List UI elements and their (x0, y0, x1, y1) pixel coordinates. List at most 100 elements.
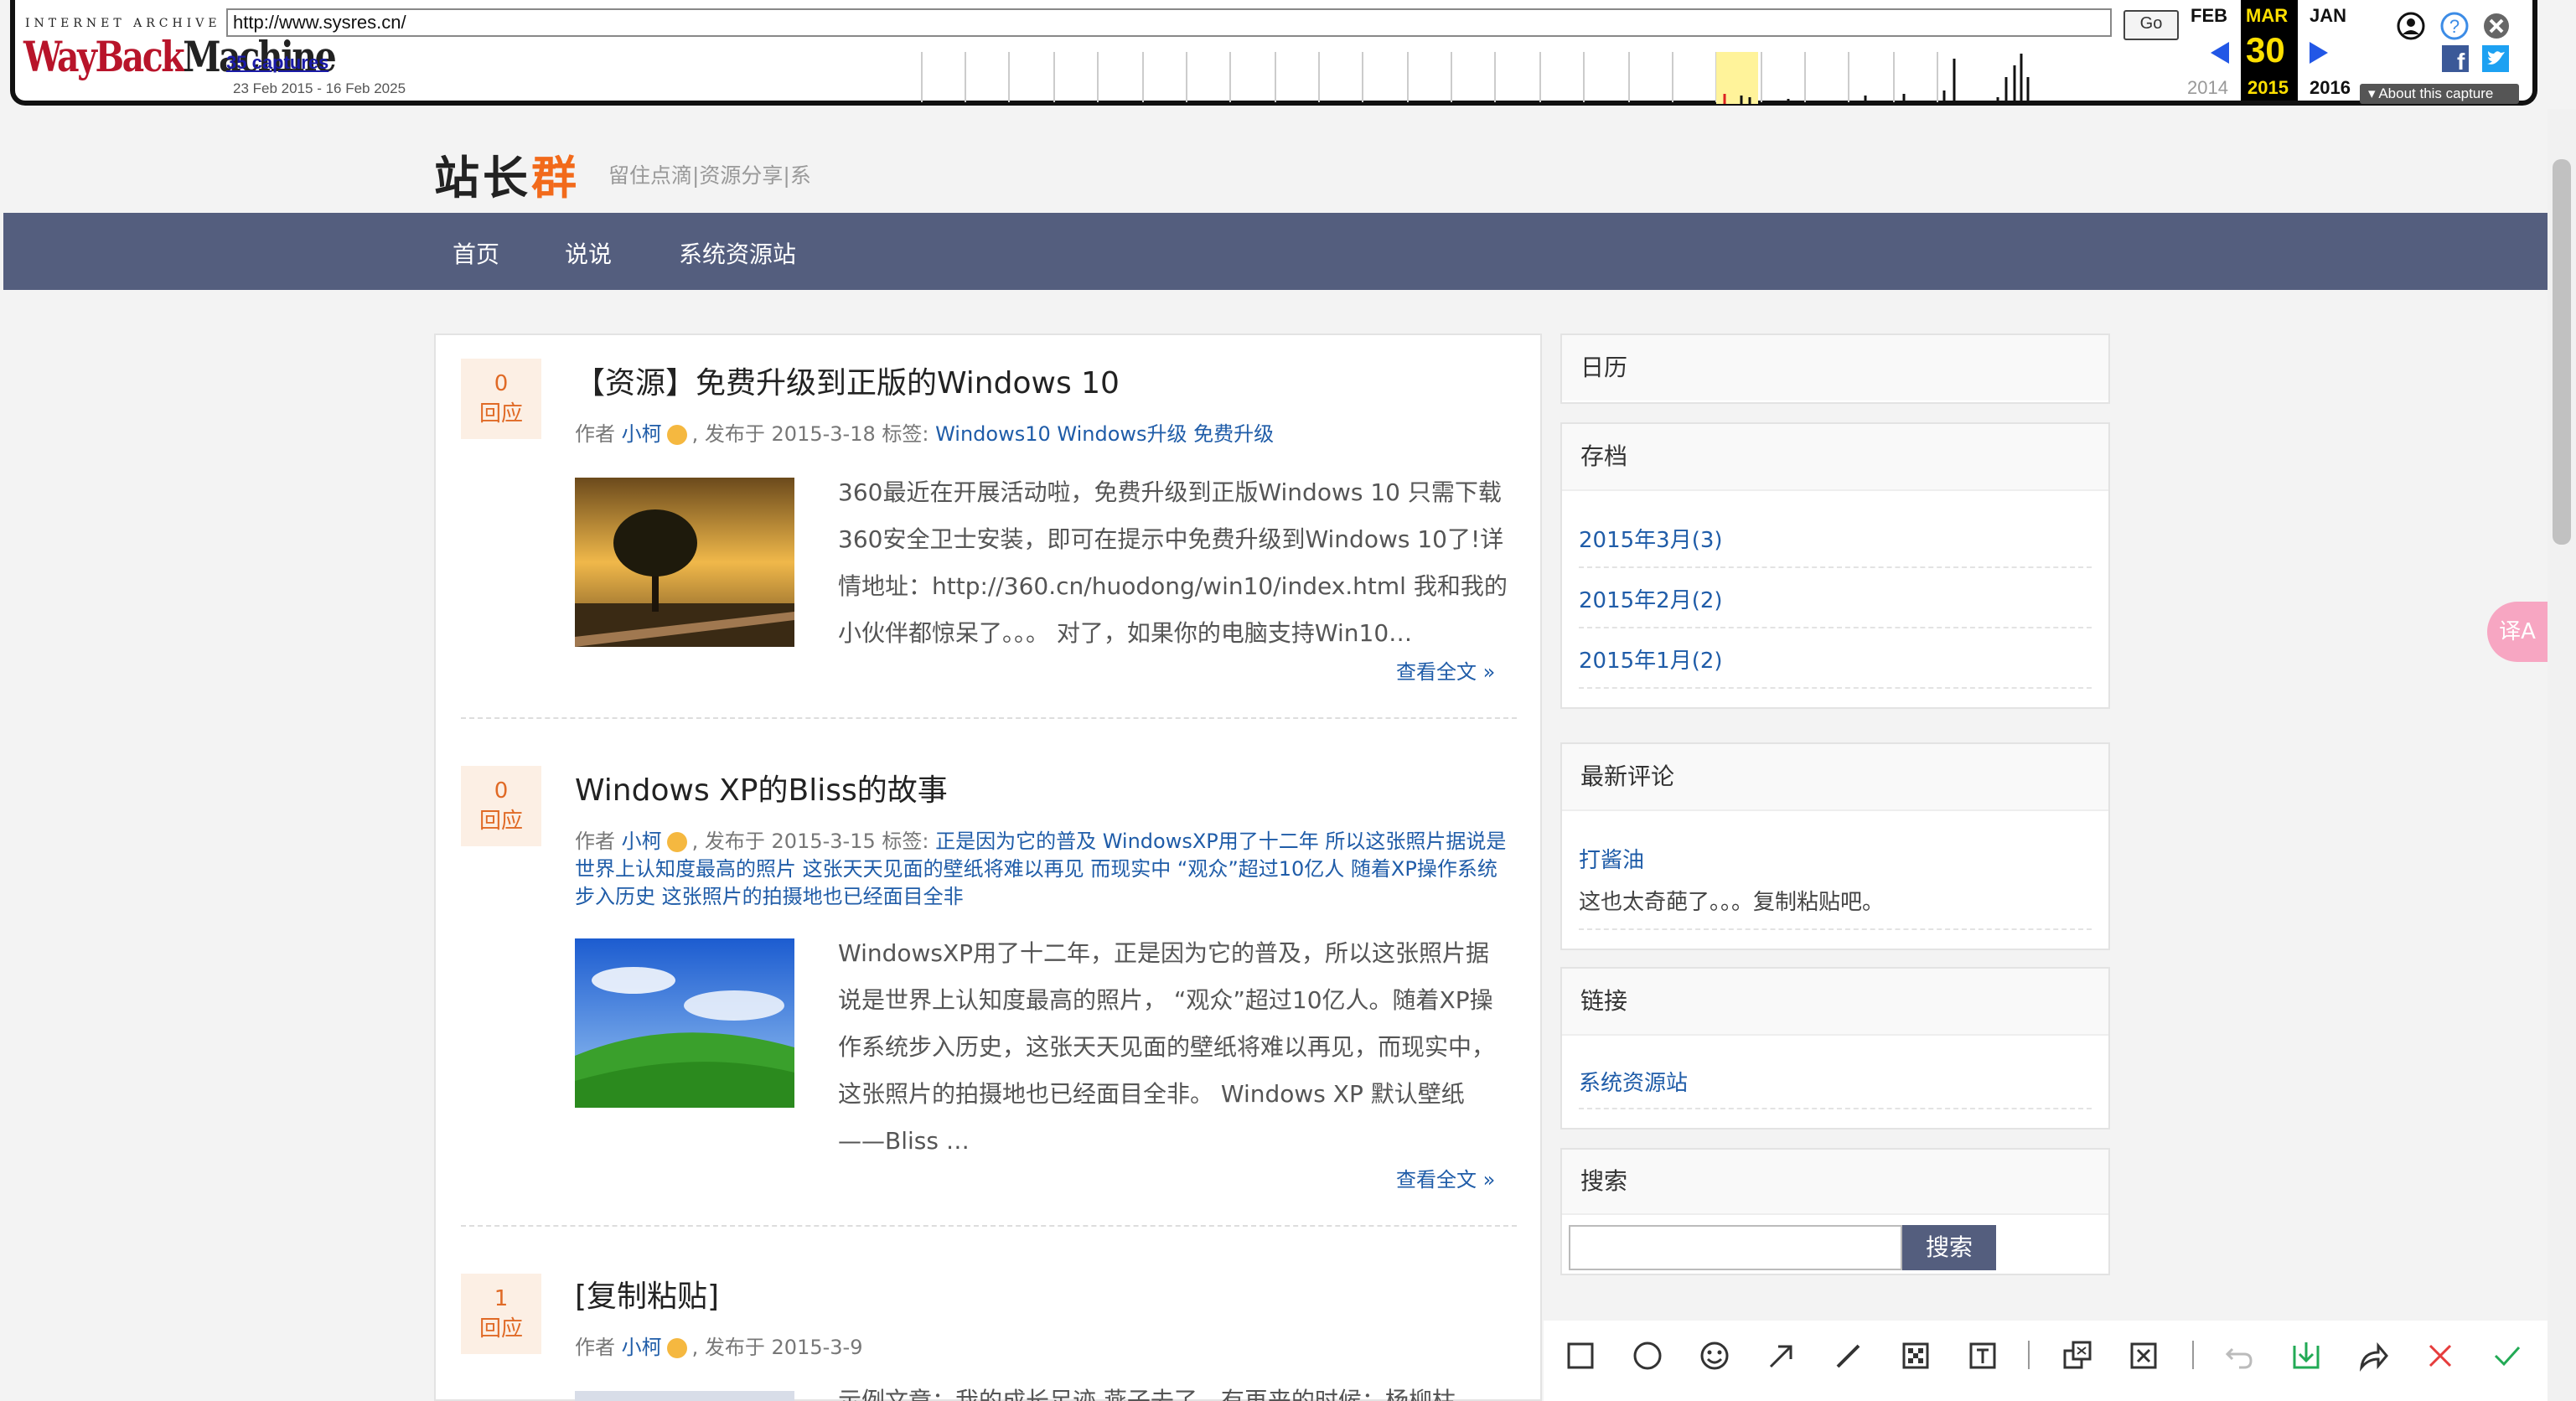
prev-year-label[interactable]: 2014 (2187, 77, 2228, 99)
prev-capture-arrow-icon[interactable] (2207, 40, 2232, 65)
arrow-icon[interactable] (1763, 1337, 1800, 1374)
links-widget-title: 链接 (1562, 969, 2108, 1036)
search-button[interactable]: 搜索 (1902, 1225, 1996, 1270)
nav-item-home[interactable]: 首页 (453, 236, 499, 270)
post-excerpt: 360最近在开展活动啦，免费升级到正版Windows 10 只需下载360安全卫… (838, 478, 1508, 647)
post-date: , 发布于 2015-3-18 标签: (691, 422, 929, 446)
ellipse-icon[interactable] (1629, 1337, 1666, 1374)
post-tags[interactable]: Windows10 Windows升级 免费升级 (935, 422, 1274, 446)
author-medal-icon (666, 832, 687, 852)
post-thumbnail-bliss[interactable] (575, 938, 794, 1108)
share-icon[interactable] (2355, 1337, 2392, 1374)
author-link[interactable]: 小柯 (622, 1336, 662, 1359)
translate-widget-button[interactable]: 译A (2487, 602, 2548, 662)
archive-link[interactable]: 2015年1月(2) (1579, 644, 1723, 675)
calendar-widget: 日历 (1560, 333, 2110, 404)
post-divider (461, 717, 1517, 719)
nav-item-talk[interactable]: 说说 (565, 236, 612, 270)
post-meta: 作者 小柯 , 发布于 2015-3-18 标签: Windows10 Windo… (575, 421, 1513, 448)
nav-item-resources[interactable]: 系统资源站 (679, 236, 796, 270)
current-day-label: 30 (2246, 30, 2285, 70)
rectangle-icon[interactable] (1562, 1337, 1599, 1374)
post-title[interactable]: 【资源】免费升级到正版的Windows 10 (575, 359, 1120, 402)
site-logo-main: 站长 (434, 152, 531, 204)
facebook-icon[interactable]: f (2442, 45, 2469, 72)
wayback-logo-main: WayBack (23, 32, 185, 81)
comment-author-link[interactable]: 打酱油 (1579, 843, 1644, 874)
links-widget: 链接 (1560, 967, 2110, 1130)
author-link[interactable]: 小柯 (622, 422, 662, 446)
text-icon[interactable] (1964, 1337, 2001, 1374)
site-logo-accent: 群 (531, 152, 580, 204)
current-month-label: MAR (2246, 5, 2289, 26)
help-icon[interactable]: ? (2440, 12, 2469, 40)
read-more-link[interactable]: 查看全文 » (1396, 655, 1495, 685)
post-excerpt: 示例文章：我的成长足迹 燕子去了，有再来的时候；杨柳枯 (838, 1387, 1456, 1401)
current-year-label: 2015 (2248, 77, 2289, 98)
archive-link[interactable]: 2015年2月(2) (1579, 583, 1723, 614)
comment-count-label: 回应 (478, 401, 523, 427)
author-prefix: 作者 (575, 1336, 615, 1359)
mosaic-icon[interactable] (1897, 1337, 1934, 1374)
confirm-icon[interactable] (2489, 1337, 2526, 1374)
calendar-widget-title: 日历 (1562, 335, 2108, 401)
post-date: , 发布于 2015-3-9 (691, 1336, 863, 1359)
ocr-icon[interactable] (2058, 1337, 2095, 1374)
comment-count-badge[interactable]: 1 回应 (461, 1274, 541, 1354)
svg-text:f: f (2457, 49, 2465, 72)
wayback-go-button[interactable]: Go (2123, 10, 2179, 40)
wayback-url-input[interactable]: http://www.sysres.cn/ (226, 8, 2112, 37)
post-title[interactable]: Windows XP的Bliss的故事 (575, 766, 948, 809)
user-account-icon[interactable] (2397, 12, 2425, 40)
post-thumbnail-sunset-tree[interactable] (575, 478, 794, 647)
blogroll-link[interactable]: 系统资源站 (1579, 1066, 1688, 1097)
page-scrollbar-thumb[interactable] (2553, 159, 2571, 545)
prev-month-label[interactable]: FEB (2191, 5, 2227, 27)
next-month-label[interactable]: JAN (2310, 5, 2346, 27)
comment-count-badge[interactable]: 0 回应 (461, 359, 541, 439)
comment-count-label: 回应 (478, 809, 523, 834)
undo-icon[interactable] (2221, 1337, 2258, 1374)
archive-separator (1579, 687, 2092, 689)
archive-link[interactable]: 2015年3月(3) (1579, 523, 1723, 554)
links-separator (1579, 1108, 2092, 1109)
main-nav (3, 213, 2548, 290)
toolbar-separator (2028, 1341, 2030, 1369)
svg-text:?: ? (2449, 16, 2460, 37)
translate-icon[interactable] (2125, 1337, 2162, 1374)
author-link[interactable]: 小柯 (622, 830, 662, 853)
next-capture-arrow-icon[interactable] (2306, 40, 2331, 65)
post-thumbnail-partial[interactable] (575, 1391, 794, 1401)
archive-separator (1579, 566, 2092, 568)
captures-link[interactable]: 35 captures (226, 52, 328, 74)
next-year-label[interactable]: 2016 (2310, 77, 2351, 99)
post-divider (461, 1225, 1517, 1227)
annotation-toolbar (1544, 1321, 2548, 1401)
search-input[interactable] (1569, 1225, 1902, 1270)
comment-count-badge[interactable]: 0 回应 (461, 766, 541, 846)
pen-icon[interactable] (1830, 1337, 1867, 1374)
about-capture-button[interactable]: ▾ About this capture (2360, 84, 2519, 104)
comment-text: 这也太奇葩了。。。复制粘贴吧。 (1579, 890, 1885, 915)
recent-comments-title: 最新评论 (1562, 744, 2108, 811)
comment-separator (1579, 928, 2092, 930)
site-tagline: 留住点滴|资源分享|系 (608, 163, 811, 188)
download-icon[interactable] (2288, 1337, 2325, 1374)
close-icon[interactable] (2422, 1337, 2459, 1374)
post-meta: 作者 小柯, 发布于 2015-3-15 标签: 正是因为它的普及 Window… (575, 828, 1513, 911)
capture-sparkline[interactable] (917, 52, 2174, 106)
site-logo[interactable]: 站长群 (434, 141, 580, 207)
read-more-link[interactable]: 查看全文 » (1396, 1163, 1495, 1192)
twitter-icon[interactable] (2482, 45, 2509, 72)
internet-archive-label: INTERNET ARCHIVE (25, 17, 221, 30)
comment-count: 1 (494, 1286, 509, 1311)
archive-separator (1579, 627, 2092, 628)
author-medal-icon (666, 1338, 687, 1358)
author-medal-icon (666, 425, 687, 445)
archive-widget-title: 存档 (1562, 424, 2108, 491)
author-prefix: 作者 (575, 830, 615, 853)
close-toolbar-icon[interactable] (2482, 12, 2511, 40)
emoji-icon[interactable] (1696, 1337, 1733, 1374)
capture-date-range: 23 Feb 2015 - 16 Feb 2025 (233, 80, 406, 96)
post-title[interactable]: [复制粘贴] (575, 1272, 719, 1316)
